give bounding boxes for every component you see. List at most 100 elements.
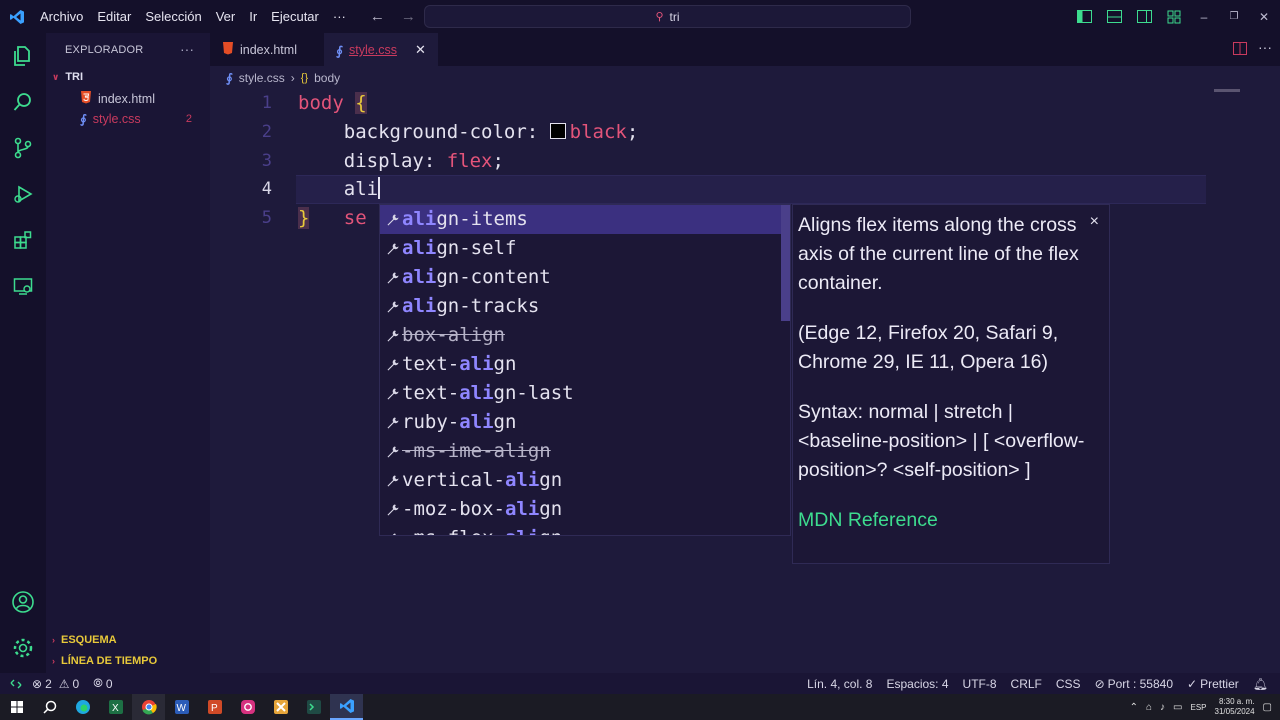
chevron-up-icon[interactable]: ⌃ [1130,702,1138,713]
powerpoint-icon[interactable]: P [198,694,231,720]
suggestion-item[interactable]: align-self [380,234,790,263]
minimize-icon[interactable]: – [1196,9,1212,25]
css-file-icon: ∮ [336,43,344,58]
network-icon[interactable]: ⌂ [1146,702,1152,713]
status-bar: ⊗ 2 ⚠ 0 ⦾ 0 Lín. 4, col. 8 Espacios: 4 UTF-… [0,673,1280,694]
autocomplete-list[interactable]: align-items align-self align-content align-… [379,204,791,536]
suggestion-item[interactable]: box-align [380,321,790,350]
suggestion-item[interactable]: align-items [380,205,790,234]
settings-gear-icon[interactable] [0,625,46,671]
section-outline[interactable]: › ESQUEMA [52,634,117,646]
search-icon[interactable] [0,79,46,125]
app-icon[interactable] [264,694,297,720]
code-line-5: } se [298,204,367,233]
problems-indicator[interactable]: ⊗ 2 ⚠ 0 [32,677,79,691]
explorer-icon[interactable] [0,33,46,79]
suggestion-item[interactable]: text-align [380,350,790,379]
run-debug-icon[interactable] [0,171,46,217]
terminal-icon[interactable] [297,694,330,720]
suggestion-item[interactable]: -moz-box-align [380,495,790,524]
toggle-sidebar-icon[interactable] [1076,9,1092,25]
menu-archivo[interactable]: Archivo [40,9,83,24]
chevron-right-icon: › [52,635,55,645]
partial-selector: se [343,207,367,229]
minimap[interactable] [1214,89,1240,92]
accounts-icon[interactable] [0,579,46,625]
editor-more-icon[interactable]: ··· [1258,39,1272,55]
remote-explorer-icon[interactable] [0,263,46,309]
warning-count: 0 [72,676,80,691]
menu-editar[interactable]: Editar [97,9,131,24]
restore-icon[interactable]: ❐ [1226,9,1242,25]
instagram-icon[interactable] [231,694,264,720]
suggestion-item[interactable]: -ms-ime-align [380,437,790,466]
source-control-icon[interactable] [0,125,46,171]
encoding[interactable]: UTF-8 [963,677,997,691]
close-window-icon[interactable]: ✕ [1256,9,1272,25]
suggestion-item[interactable]: -ms-flex-align [380,524,790,535]
tab-style-css[interactable]: ∮ style.css ✕ [324,33,438,66]
suggestion-item[interactable]: ruby-align [380,408,790,437]
notifications-bell-icon[interactable]: 🔔︎ [1253,677,1268,691]
volume-icon[interactable]: ♪ [1160,702,1165,713]
notification-center-icon[interactable]: ▢ [1263,702,1272,713]
edge-browser-icon[interactable] [66,694,99,720]
end-of-line[interactable]: CRLF [1011,677,1042,691]
live-server-port[interactable]: ⊘ Port : 55840 [1095,677,1173,691]
suggestion-item[interactable]: align-content [380,263,790,292]
ports-indicator[interactable]: ⦾ 0 [93,676,112,691]
language-mode[interactable]: CSS [1056,677,1081,691]
prettier-status[interactable]: ✓ Prettier [1187,677,1239,691]
clock[interactable]: 8:30 a. m. 31/05/2024 [1215,697,1255,717]
windows-start-icon[interactable] [0,694,33,720]
forward-arrow-icon[interactable]: → [401,8,416,25]
customize-layout-icon[interactable] [1166,9,1182,25]
current-line-highlight [296,175,1206,204]
html5-icon [222,41,234,58]
chevron-right-icon: › [52,656,55,666]
menu-ejecutar[interactable]: Ejecutar [271,9,319,24]
menu-ir[interactable]: Ir [249,9,257,24]
split-editor-icon[interactable] [1233,42,1247,60]
toggle-panel-icon[interactable] [1106,9,1122,25]
suggest-scrollbar[interactable] [781,205,790,321]
back-arrow-icon[interactable]: ← [370,8,385,25]
suggestion-item[interactable]: text-align-last [380,379,790,408]
file-item-style-css[interactable]: ∮ style.css [80,112,141,126]
file-item-index-html[interactable]: index.html [80,91,155,107]
breadcrumb-symbol[interactable]: body [314,71,340,85]
explorer-sidebar: EXPLORADOR ··· ∨ TRI index.html ∮ style.… [46,33,210,673]
indentation[interactable]: Espacios: 4 [886,677,948,691]
remote-indicator-icon[interactable] [0,673,32,694]
tab-index-html[interactable]: index.html [210,33,324,66]
mdn-reference-link[interactable]: MDN Reference [798,506,1104,535]
vscode-logo-icon [0,0,34,33]
property-wrench-icon [384,445,401,458]
word-icon[interactable]: W [165,694,198,720]
chrome-icon[interactable] [132,694,165,720]
vscode-taskbar-icon[interactable] [330,694,363,720]
section-timeline[interactable]: › LÍNEA DE TIEMPO [52,655,157,667]
close-details-icon[interactable]: × [1090,207,1099,236]
suggestion-label: text-align-last [402,382,574,404]
property-wrench-icon [384,532,401,535]
breadcrumb-file[interactable]: style.css [239,71,285,85]
command-center-search[interactable]: ⚲ tri [424,5,911,28]
suggestion-item[interactable]: vertical-align [380,466,790,495]
battery-icon[interactable]: ▭ [1173,702,1182,713]
folder-root[interactable]: ∨ TRI [52,71,83,83]
suggestion-item[interactable]: align-tracks [380,292,790,321]
menu-seleccion[interactable]: Selección [145,9,201,24]
search-icon[interactable] [33,694,66,720]
close-tab-icon[interactable]: ✕ [415,42,426,58]
menu-more[interactable]: ··· [333,9,346,24]
extensions-icon[interactable] [0,217,46,263]
toggle-secondary-sidebar-icon[interactable] [1136,9,1152,25]
sidebar-more-button[interactable]: ··· [180,41,194,57]
cursor-position[interactable]: Lín. 4, col. 8 [807,677,872,691]
suggestion-label: align-items [402,208,528,230]
excel-icon[interactable]: X [99,694,132,720]
menu-ver[interactable]: Ver [216,9,236,24]
keyboard-language[interactable]: ESP [1190,703,1206,712]
color-swatch-icon[interactable] [549,123,566,139]
